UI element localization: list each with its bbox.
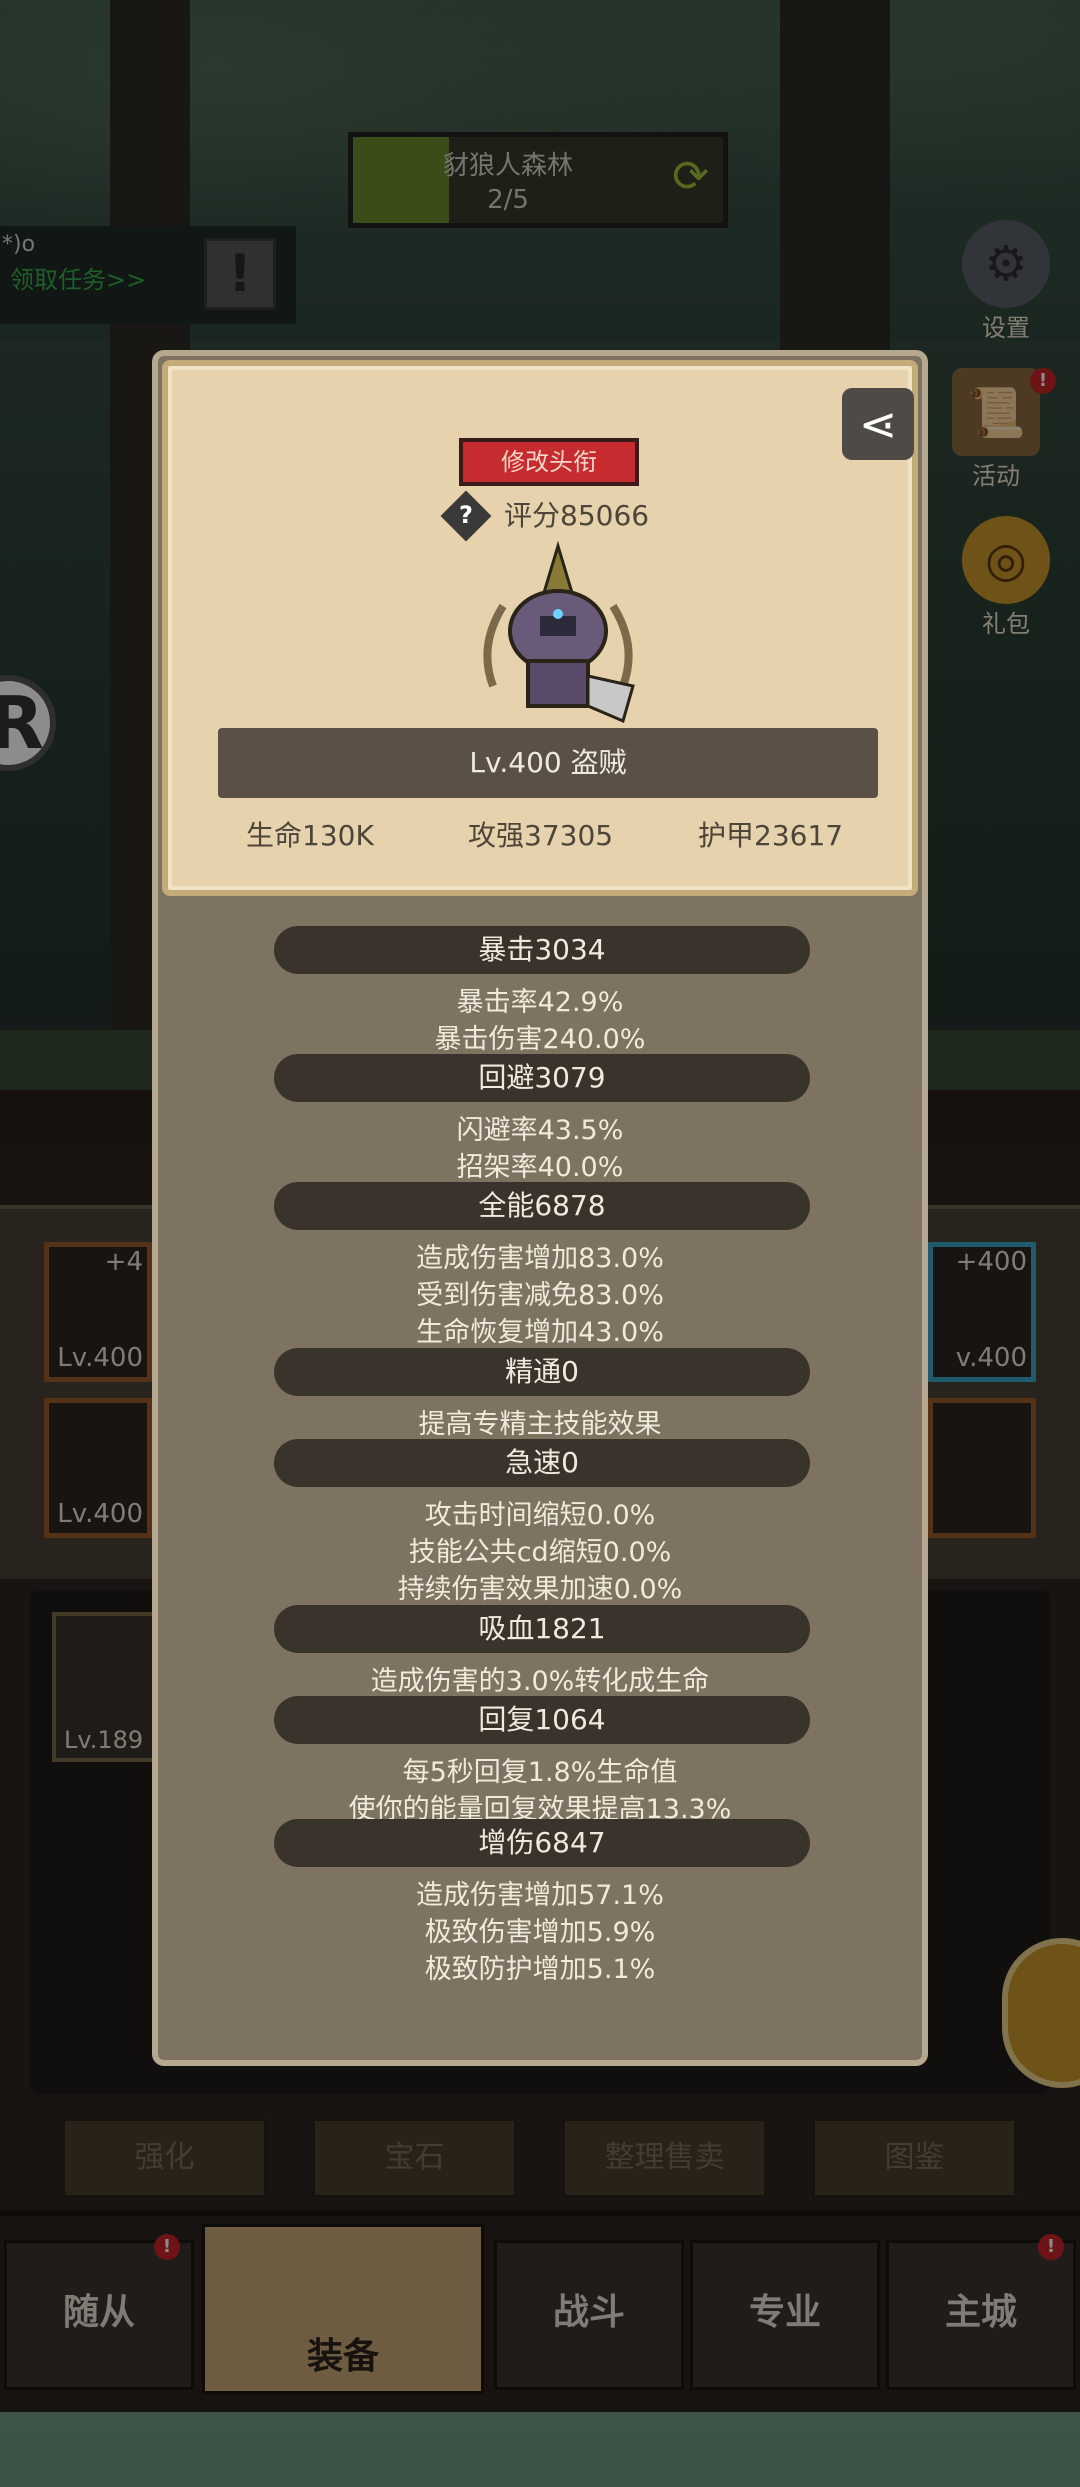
- character-stats-modal: ⋖ 修改头衔 ? 评分85066 Lv.400 盗贼 生命130K 攻强3730…: [152, 350, 928, 2066]
- stat-line: 受到伤害减免83.0%: [416, 1280, 664, 1311]
- stat-line: 每5秒回复1.8%生命值: [402, 1757, 678, 1788]
- stat-line: 暴击伤害240.0%: [434, 1024, 646, 1055]
- stat-line: 持续伤害效果加速0.0%: [397, 1574, 683, 1605]
- character-card: ⋖ 修改头衔 ? 评分85066 Lv.400 盗贼 生命130K 攻强3730…: [162, 360, 918, 896]
- stat-header: 精通0: [274, 1348, 810, 1396]
- stat-header: 增伤6847: [274, 1819, 810, 1867]
- armor-stat: 护甲23617: [698, 819, 844, 852]
- stat-line: 造成伤害增加57.1%: [416, 1880, 664, 1911]
- stat-line: 造成伤害的3.0%转化成生命: [370, 1666, 710, 1697]
- stat-line: 闪避率43.5%: [456, 1115, 624, 1146]
- character-avatar: [483, 540, 635, 724]
- stat-header: 暴击3034: [274, 926, 810, 974]
- stat-line: 提高专精主技能效果: [418, 1409, 662, 1440]
- stat-header: 回避3079: [274, 1054, 810, 1102]
- share-icon[interactable]: ⋖: [842, 388, 914, 460]
- stat-header: 吸血1821: [274, 1605, 810, 1653]
- stat-header: 全能6878: [274, 1182, 810, 1230]
- change-title-button[interactable]: 修改头衔: [459, 438, 639, 486]
- score-label: 评分85066: [504, 499, 650, 532]
- stat-header: 急速0: [274, 1439, 810, 1487]
- stat-line: 攻击时间缩短0.0%: [424, 1500, 656, 1531]
- stat-line: 极致防护增加5.1%: [424, 1954, 656, 1985]
- stat-line: 技能公共cd缩短0.0%: [408, 1537, 672, 1568]
- stat-line: 极致伤害增加5.9%: [424, 1917, 656, 1948]
- stat-line: 招架率40.0%: [456, 1152, 624, 1183]
- stat-header: 回复1064: [274, 1696, 810, 1744]
- hp-stat: 生命130K: [246, 819, 374, 852]
- stat-line: 暴击率42.9%: [456, 987, 624, 1018]
- stat-line: 生命恢复增加43.0%: [416, 1317, 664, 1348]
- stat-line: 造成伤害增加83.0%: [416, 1243, 664, 1274]
- attack-stat: 攻强37305: [468, 819, 614, 852]
- level-class-banner: Lv.400 盗贼: [218, 728, 878, 798]
